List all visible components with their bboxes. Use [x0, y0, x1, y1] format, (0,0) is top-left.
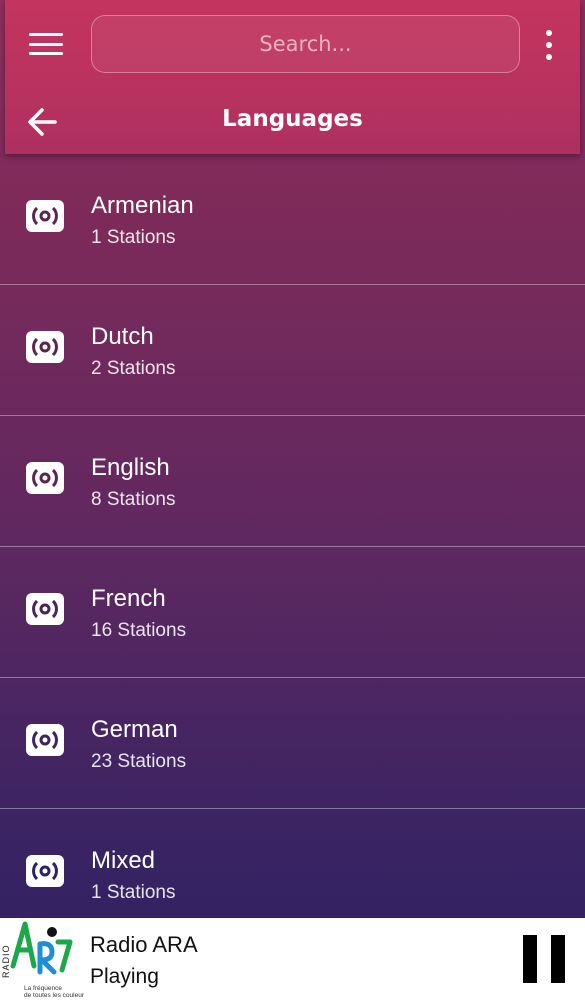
more-options-button[interactable]: [539, 30, 559, 60]
vertical-dots-icon: [546, 30, 552, 36]
radio-broadcast-icon: [26, 855, 64, 887]
station-title: Radio ARA: [90, 932, 198, 957]
playback-status: Playing: [90, 965, 159, 988]
list-item[interactable]: German 23 Stations: [0, 678, 585, 809]
pause-button[interactable]: [523, 935, 565, 983]
svg-text:de toutes les couleurs: de toutes les couleurs: [24, 992, 84, 999]
menu-button[interactable]: [29, 30, 63, 58]
language-name: French: [91, 585, 166, 612]
list-item[interactable]: Armenian 1 Stations: [0, 154, 585, 285]
svg-text:La fréquence: La fréquence: [24, 985, 62, 992]
search-box[interactable]: [91, 15, 520, 73]
radio-broadcast-icon: [26, 331, 64, 363]
station-count: 2 Stations: [91, 358, 176, 379]
language-name: German: [91, 716, 178, 743]
station-count: 1 Stations: [91, 227, 176, 248]
pause-icon: [523, 935, 537, 983]
language-name: Mixed: [91, 847, 156, 874]
radio-broadcast-icon: [26, 593, 64, 625]
radio-broadcast-icon: [26, 724, 64, 756]
station-count: 16 Stations: [91, 620, 187, 641]
list-item[interactable]: Dutch 2 Stations: [0, 285, 585, 416]
language-list: Armenian 1 Stations Dutch 2 Stations Eng…: [0, 154, 585, 940]
station-count: 1 Stations: [91, 882, 176, 903]
language-name: Dutch: [91, 323, 154, 350]
svg-text:RADIO: RADIO: [1, 944, 11, 978]
station-count: 8 Stations: [91, 489, 176, 510]
list-item[interactable]: French 16 Stations: [0, 547, 585, 678]
language-name: English: [91, 454, 170, 481]
station-count: 23 Stations: [91, 751, 187, 772]
search-input[interactable]: [92, 16, 519, 72]
radio-broadcast-icon: [26, 462, 64, 494]
hamburger-menu-icon: [29, 33, 63, 36]
language-name: Armenian: [91, 192, 194, 219]
station-logo: RADIO La fréquence de toutes les couleur…: [1, 921, 84, 999]
radio-broadcast-icon: [26, 200, 64, 232]
app-bar: Languages: [5, 0, 580, 154]
list-item[interactable]: English 8 Stations: [0, 416, 585, 547]
now-playing-bar[interactable]: RADIO La fréquence de toutes les couleur…: [0, 918, 585, 1000]
page-title: Languages: [222, 106, 363, 132]
